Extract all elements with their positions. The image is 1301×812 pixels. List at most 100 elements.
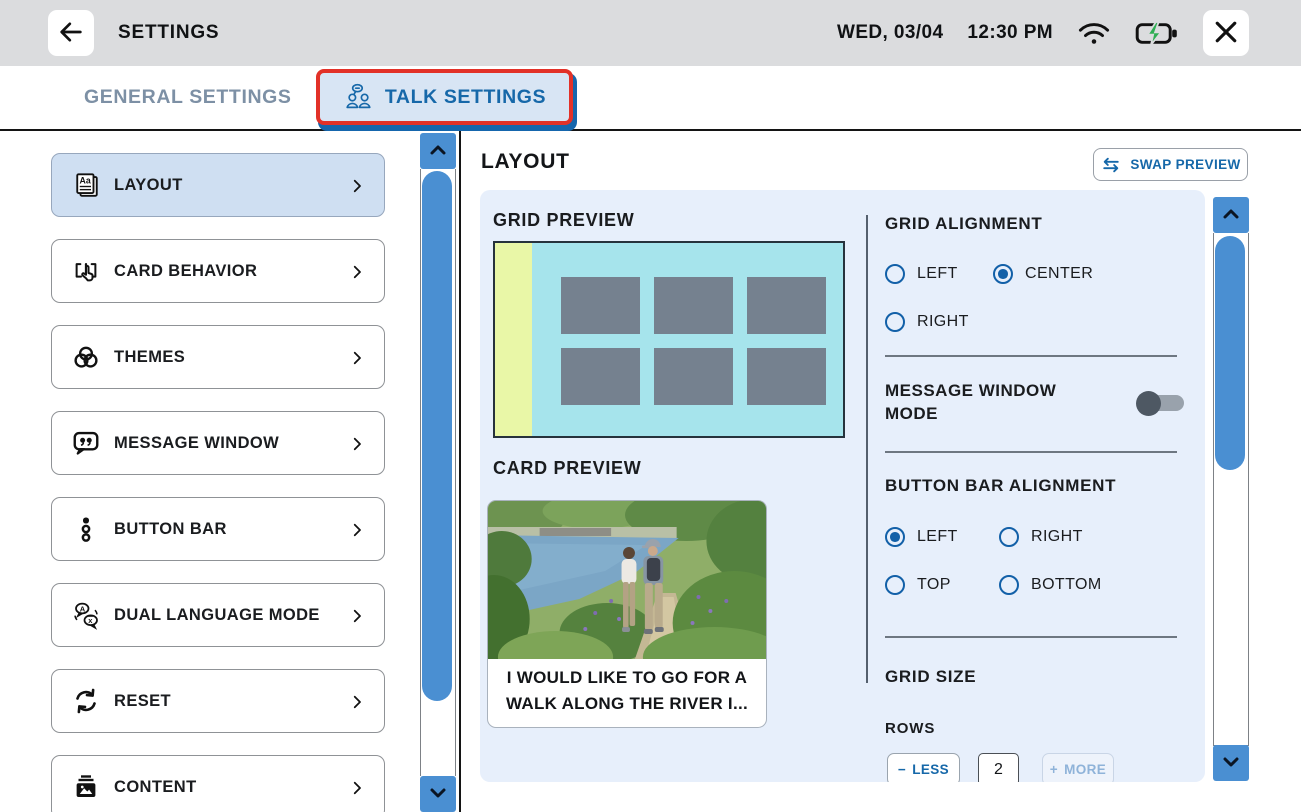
svg-text:A: A — [80, 604, 86, 613]
translate-bubbles-icon: Ax — [71, 600, 101, 630]
grid-size-title: GRID SIZE — [885, 667, 976, 687]
sync-arrows-icon — [71, 686, 101, 716]
rows-more-button[interactable]: + MORE — [1042, 753, 1114, 782]
venn-circles-icon — [71, 342, 101, 372]
close-button[interactable] — [1203, 10, 1249, 56]
rows-stepper: − LESS 2 + MORE — [887, 753, 1114, 782]
radio-label: RIGHT — [1031, 528, 1083, 546]
section-title: LAYOUT — [481, 150, 570, 174]
sidebar-item-message-window[interactable]: MESSAGE WINDOW — [51, 411, 385, 475]
chevron-down-icon — [1219, 750, 1243, 777]
tab-general-settings[interactable]: GENERAL SETTINGS — [78, 66, 298, 129]
media-box-icon — [71, 772, 101, 802]
sidebar-item-content[interactable]: CONTENT — [51, 755, 385, 812]
sidebar-item-reset[interactable]: RESET — [51, 669, 385, 733]
chevron-right-icon — [348, 520, 366, 545]
radio-button-bar-bottom[interactable]: BOTTOM — [999, 575, 1102, 595]
grid-cell — [654, 277, 733, 334]
grid-cell — [561, 348, 640, 405]
back-arrow-icon — [57, 18, 85, 49]
sidebar-item-label: THEMES — [114, 348, 185, 367]
page-title: SETTINGS — [118, 0, 219, 66]
divider — [885, 355, 1177, 357]
back-button[interactable] — [48, 10, 94, 56]
stacked-dots-icon — [71, 514, 101, 544]
close-x-icon — [1211, 17, 1241, 50]
time-label: 12:30 PM — [967, 22, 1053, 44]
radio-circle — [999, 527, 1019, 547]
sidebar-item-label: CONTENT — [114, 778, 197, 797]
chevron-up-icon — [1219, 202, 1243, 229]
radio-grid-align-right[interactable]: RIGHT — [885, 312, 969, 332]
panel-divider — [866, 215, 868, 683]
panel-scroll-down-button[interactable] — [1213, 745, 1249, 781]
tab-talk-settings-label: TALK SETTINGS — [385, 86, 546, 109]
tab-general-settings-label: GENERAL SETTINGS — [84, 86, 292, 109]
sidebar-item-button-bar[interactable]: BUTTON BAR — [51, 497, 385, 561]
radio-circle — [885, 312, 905, 332]
minus-icon: − — [898, 762, 906, 777]
talk-people-icon — [343, 83, 375, 111]
chevron-right-icon — [348, 692, 366, 717]
chevron-right-icon — [348, 348, 366, 373]
message-window-mode-toggle[interactable] — [1138, 395, 1184, 411]
speech-bubble-icon — [71, 428, 101, 458]
less-label: LESS — [912, 762, 949, 777]
radio-label: BOTTOM — [1031, 576, 1102, 594]
content-divider — [459, 131, 461, 812]
battery-charging-icon — [1135, 20, 1179, 47]
panel-scrollbar-thumb[interactable] — [1215, 236, 1245, 470]
card-preview: I WOULD LIKE TO GO FOR A WALK ALONG THE … — [487, 500, 767, 728]
date-label: WED, 03/04 — [837, 22, 943, 44]
radio-circle — [999, 575, 1019, 595]
radio-circle-checked — [993, 264, 1013, 284]
wifi-icon — [1077, 19, 1111, 47]
sidebar-item-layout[interactable]: Aa LAYOUT — [51, 153, 385, 217]
scroll-down-button[interactable] — [420, 776, 456, 812]
button-bar-alignment-title: BUTTON BAR ALIGNMENT — [885, 476, 1116, 496]
sidebar-item-label: RESET — [114, 692, 171, 711]
tab-talk-settings[interactable]: TALK SETTINGS — [316, 69, 573, 125]
radio-label: LEFT — [917, 528, 958, 546]
swap-arrows-icon — [1100, 156, 1122, 174]
chevron-right-icon — [348, 434, 366, 459]
rows-less-button[interactable]: − LESS — [887, 753, 960, 782]
radio-button-bar-top[interactable]: TOP — [885, 575, 951, 595]
sidebar-item-themes[interactable]: THEMES — [51, 325, 385, 389]
sidebar-item-card-behavior[interactable]: CARD BEHAVIOR — [51, 239, 385, 303]
grid-cell — [747, 348, 826, 405]
plus-icon: + — [1050, 762, 1058, 777]
radio-circle — [885, 264, 905, 284]
layout-pages-icon: Aa — [71, 170, 101, 200]
radio-label: CENTER — [1025, 265, 1093, 283]
radio-circle — [885, 575, 905, 595]
svg-text:x: x — [88, 616, 93, 625]
card-caption: I WOULD LIKE TO GO FOR A WALK ALONG THE … — [488, 659, 766, 718]
sidebar-item-label: MESSAGE WINDOW — [114, 434, 279, 453]
grid-preview-title: GRID PREVIEW — [493, 210, 634, 231]
radio-button-bar-right[interactable]: RIGHT — [999, 527, 1083, 547]
scrollbar-track[interactable] — [420, 169, 456, 776]
radio-label: TOP — [917, 576, 951, 594]
panel-scrollbar — [1213, 197, 1249, 781]
chevron-down-icon — [426, 781, 450, 808]
panel-scroll-up-button[interactable] — [1213, 197, 1249, 233]
chevron-up-icon — [426, 138, 450, 165]
sidebar-scrollbar — [420, 133, 456, 812]
sidebar-item-dual-language-mode[interactable]: Ax DUAL LANGUAGE MODE — [51, 583, 385, 647]
swap-preview-button[interactable]: SWAP PREVIEW — [1093, 148, 1248, 181]
divider — [885, 451, 1177, 453]
panel-scrollbar-track[interactable] — [1213, 233, 1249, 746]
toggle-knob — [1136, 391, 1161, 416]
radio-button-bar-left[interactable]: LEFT — [885, 527, 958, 547]
radio-grid-align-center[interactable]: CENTER — [993, 264, 1093, 284]
scrollbar-thumb[interactable] — [422, 171, 452, 701]
scroll-up-button[interactable] — [420, 133, 456, 169]
rows-label: ROWS — [885, 720, 935, 737]
grid-preview-cells — [561, 277, 826, 405]
radio-grid-align-left[interactable]: LEFT — [885, 264, 958, 284]
sidebar-item-label: LAYOUT — [114, 176, 183, 195]
card-photo — [488, 501, 766, 659]
status-area: WED, 03/04 12:30 PM — [837, 0, 1249, 66]
layout-settings-panel: GRID PREVIEW CARD PREVIEW — [480, 190, 1205, 782]
